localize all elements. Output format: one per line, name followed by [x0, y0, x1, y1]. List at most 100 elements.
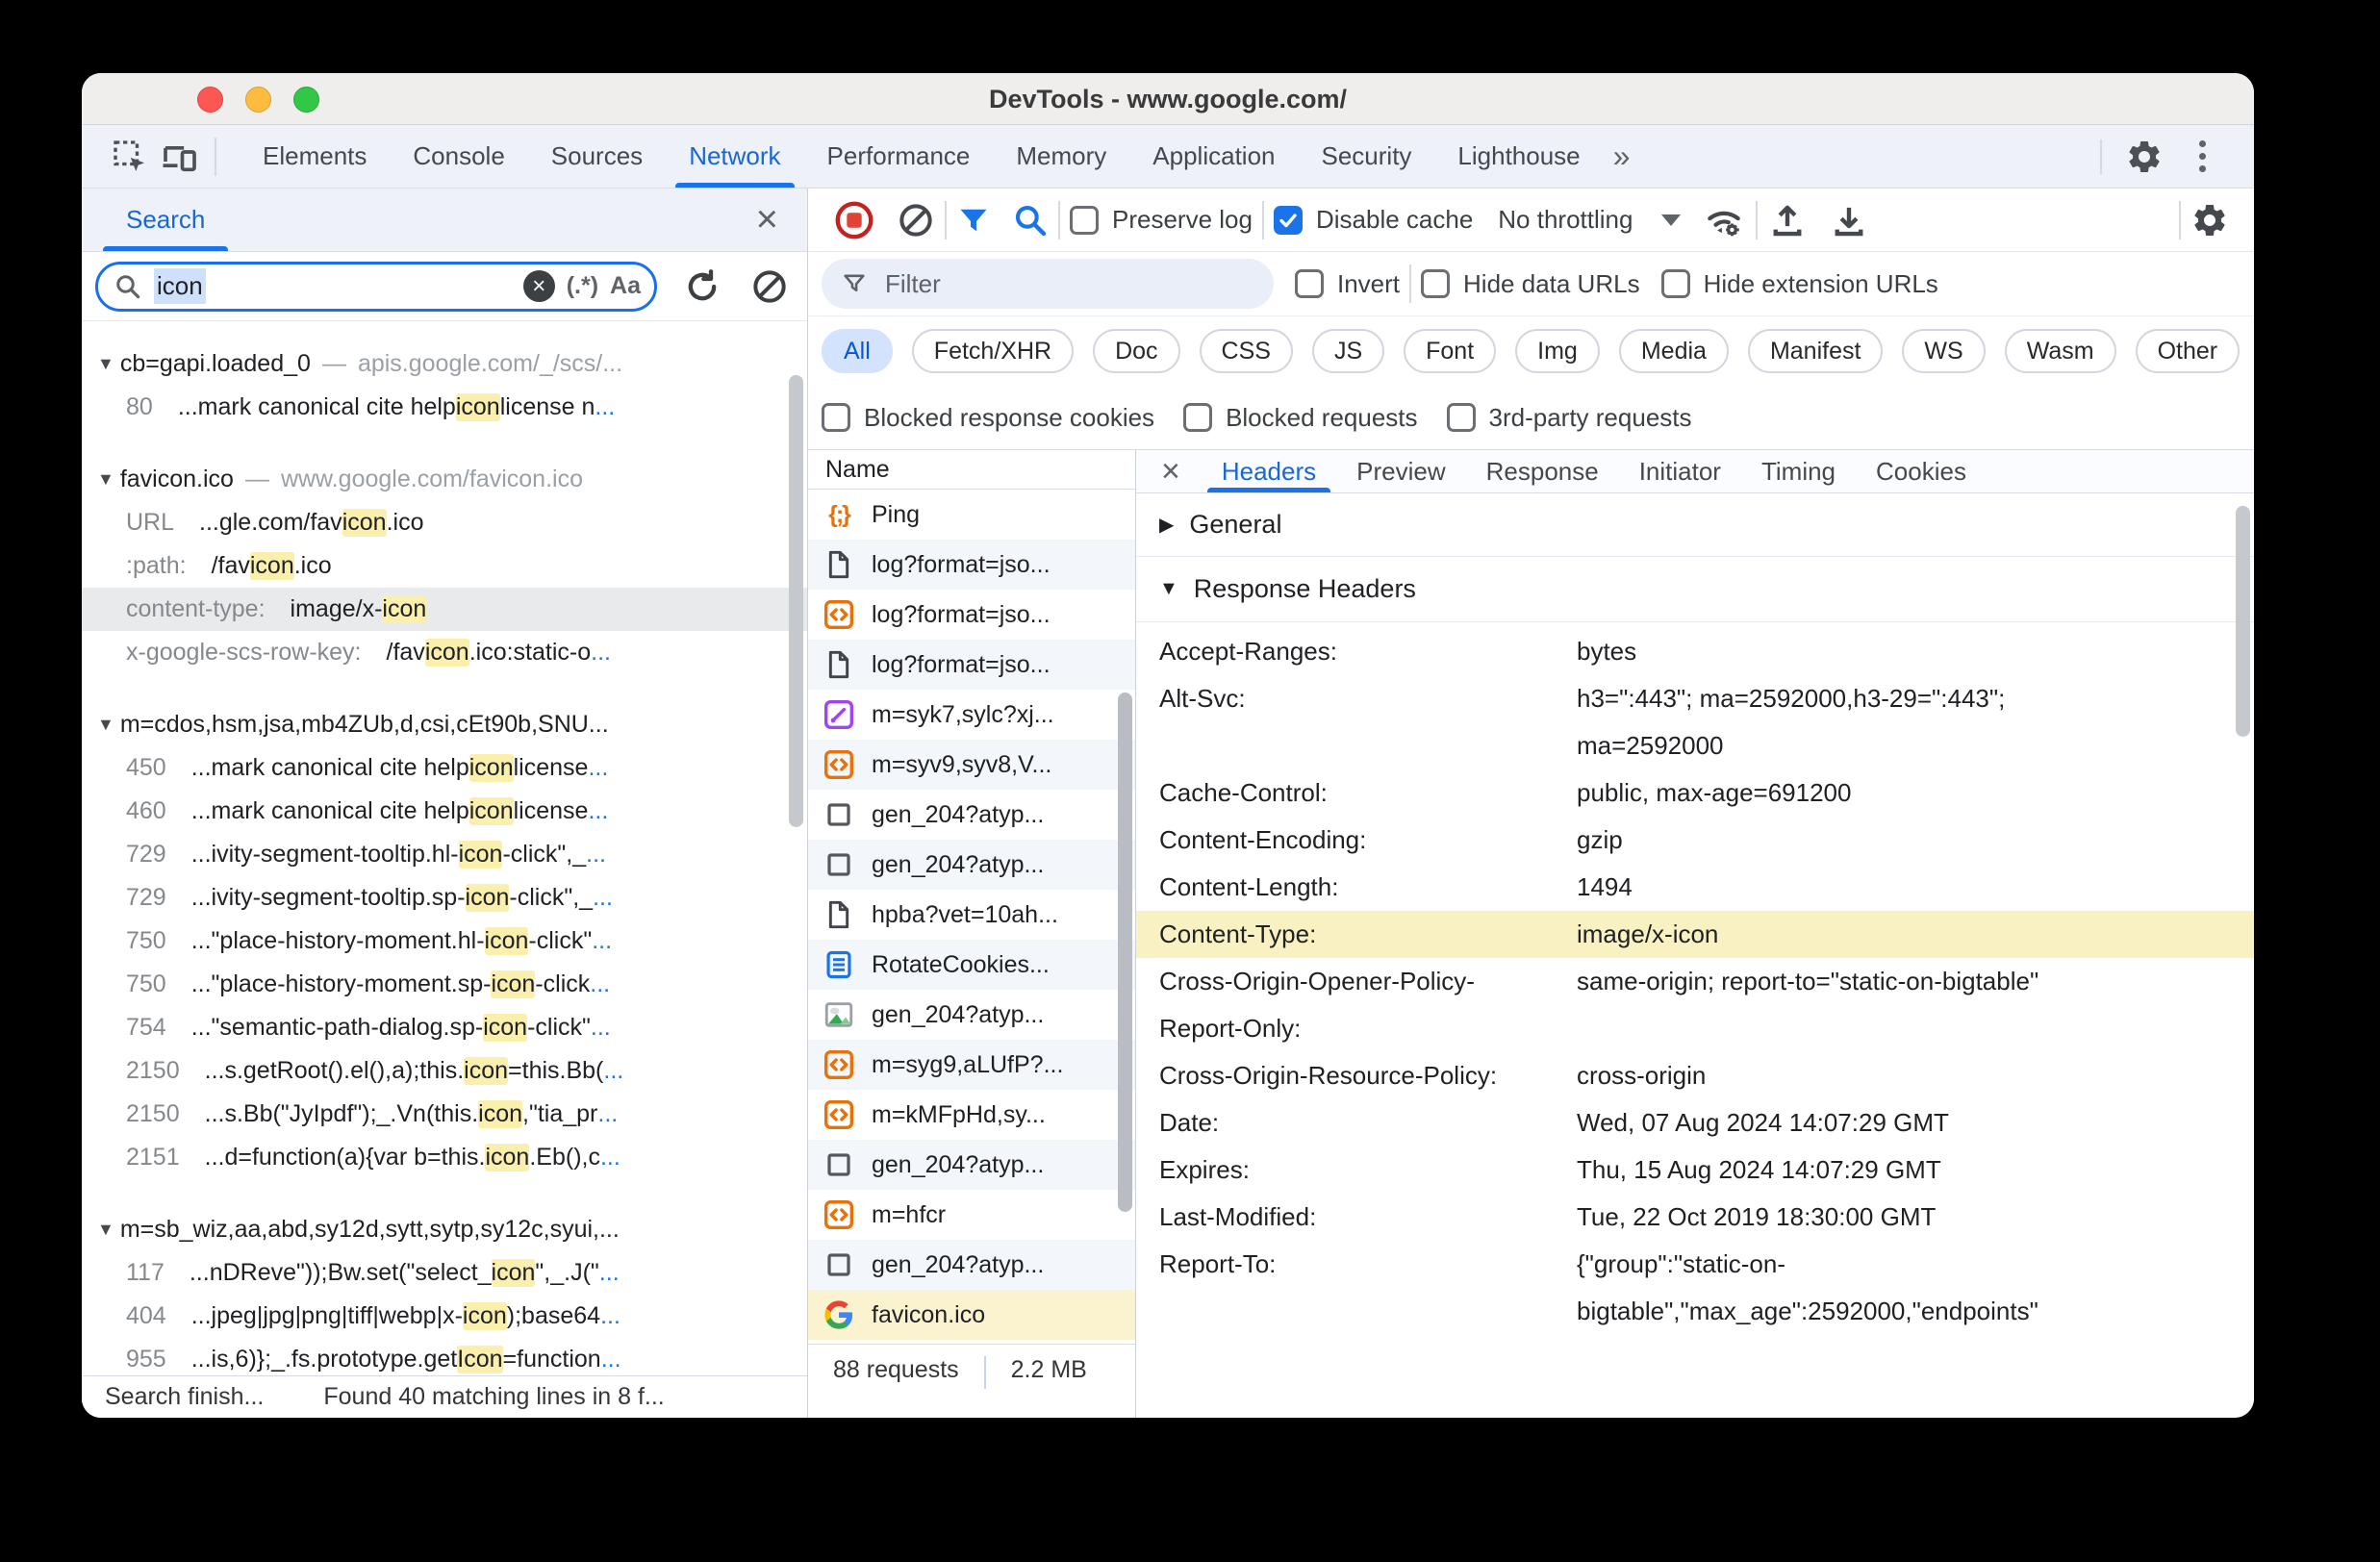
request-row[interactable]: gen_204?atyp...	[808, 840, 1135, 890]
search-file-header[interactable]: ▼ m=cdos,hsm,jsa,mb4ZUb,d,csi,cEt90b,SNU.…	[82, 703, 807, 746]
search-match-line[interactable]: 2150 ...s.getRoot().el(),a);this. icon =thi…	[82, 1049, 807, 1093]
search-match-line[interactable]: 404 ...jpeg|jpg|png|tiff|webp|x-icon);bas…	[82, 1295, 807, 1338]
response-header-row[interactable]: Report-To: {"group":"static-on-bigtable",…	[1136, 1241, 2254, 1335]
response-header-row[interactable]: Content-Type: image/x-icon	[1136, 911, 2254, 958]
disable-cache-checkbox[interactable]: Disable cache	[1273, 205, 1473, 235]
request-list-scrollbar[interactable]	[1118, 693, 1132, 1212]
filter-chip-fetch-xhr[interactable]: Fetch/XHR	[911, 329, 1075, 373]
settings-gear-icon[interactable]	[2119, 134, 2169, 180]
name-column-header[interactable]: Name	[808, 450, 1135, 490]
more-tabs-icon[interactable]: »	[1604, 139, 1640, 174]
request-row[interactable]: gen_204?atyp...	[808, 1240, 1135, 1290]
request-row[interactable]: gen_204?atyp...	[808, 990, 1135, 1040]
request-row[interactable]: gen_204?atyp...	[808, 1140, 1135, 1190]
response-header-row[interactable]: Content-Length: 1494	[1136, 864, 2254, 911]
blocked-response-cookies-checkbox[interactable]: Blocked response cookies	[822, 403, 1154, 433]
tab-memory[interactable]: Memory	[993, 125, 1129, 188]
filter-chip-all[interactable]: All	[822, 329, 893, 373]
search-file-header[interactable]: ▼ cb=gapi.loaded_0 — apis.google.com/_/scs/…	[82, 342, 807, 386]
tab-application[interactable]: Application	[1129, 125, 1298, 188]
response-header-row[interactable]: Expires: Thu, 15 Aug 2024 14:07:29 GMT	[1136, 1146, 2254, 1194]
tab-timing[interactable]: Timing	[1741, 450, 1856, 492]
import-har-icon[interactable]	[1767, 200, 1808, 240]
preserve-log-checkbox[interactable]: Preserve log	[1070, 205, 1253, 235]
inspect-element-icon[interactable]	[105, 136, 155, 178]
details-scrollbar[interactable]	[2236, 506, 2250, 737]
tab-console[interactable]: Console	[390, 125, 527, 188]
search-file-header[interactable]: ▼ m=sb_wiz,aa,abd,sy12d,sytt,sytp,sy12c,s…	[82, 1208, 807, 1251]
close-details-icon[interactable]: ×	[1152, 453, 1202, 491]
search-match-line[interactable]: x-google-scs-row-key: /fav icon .ico:static…	[82, 631, 807, 674]
tab-performance[interactable]: Performance	[804, 125, 994, 188]
device-toolbar-icon[interactable]	[155, 136, 205, 178]
filter-chip-css[interactable]: CSS	[1199, 329, 1293, 373]
search-match-line[interactable]: 750 ..."place-history-moment.sp-icon -clic…	[82, 963, 807, 1006]
search-match-line[interactable]: 955 ...is,6)};_.fs.prototype.get Icon =func…	[82, 1338, 807, 1375]
filter-chip-manifest[interactable]: Manifest	[1747, 329, 1884, 373]
search-input[interactable]: icon × (.*) Aa	[95, 261, 657, 312]
tab-response[interactable]: Response	[1466, 450, 1619, 492]
close-search-icon[interactable]: ×	[756, 189, 778, 251]
kebab-menu-icon[interactable]	[2177, 134, 2227, 180]
checkbox-unchecked[interactable]	[1446, 403, 1476, 432]
tab-cookies[interactable]: Cookies	[1856, 450, 1987, 492]
request-row[interactable]: m=syk7,sylc?xj...	[808, 690, 1135, 740]
tab-security[interactable]: Security	[1299, 125, 1435, 188]
search-match-line[interactable]: 450 ...mark canonical cite help icon lice…	[82, 746, 807, 790]
response-header-row[interactable]: Content-Encoding: gzip	[1136, 817, 2254, 864]
request-row[interactable]: m=syg9,aLUfP?...	[808, 1040, 1135, 1090]
general-section-header[interactable]: ▶ General	[1136, 493, 2254, 557]
response-header-row[interactable]: Cross-Origin-Opener-Policy-Report-Only: s…	[1136, 958, 2254, 1052]
search-match-line[interactable]: 117 ...nDReve"));Bw.set("select_ icon ",_.J…	[82, 1251, 807, 1295]
tab-network[interactable]: Network	[666, 125, 803, 188]
regex-toggle[interactable]: (.*)	[567, 272, 598, 300]
search-match-line[interactable]: 754 ..."semantic-path-dialog.sp-icon -clic…	[82, 1006, 807, 1049]
throttling-dropdown[interactable]: No throttling	[1498, 205, 1682, 235]
request-row[interactable]: gen_204?atyp...	[808, 790, 1135, 840]
filter-chip-wasm[interactable]: Wasm	[2004, 329, 2116, 373]
search-match-line[interactable]: :path: /fav icon .ico	[82, 544, 807, 588]
refresh-search-icon[interactable]	[680, 265, 724, 309]
tab-sources[interactable]: Sources	[528, 125, 666, 188]
hide-extension-urls-checkbox[interactable]: Hide extension URLs	[1660, 269, 1938, 299]
search-match-line[interactable]: 729 ...ivity-segment-tooltip.hl-icon -clic…	[82, 833, 807, 876]
response-header-row[interactable]: Last-Modified: Tue, 22 Oct 2019 18:30:00 …	[1136, 1194, 2254, 1241]
filter-chip-js[interactable]: JS	[1311, 329, 1385, 373]
record-button[interactable]	[833, 199, 875, 241]
checkbox-checked[interactable]	[1273, 205, 1303, 235]
request-row[interactable]: {;} Ping	[808, 490, 1135, 540]
search-match-line[interactable]: 2150 ...s.Bb("JyIpdf");_.Vn(this. icon ,"ti…	[82, 1093, 807, 1136]
filter-chip-ws[interactable]: WS	[1902, 329, 1986, 373]
clear-search-icon[interactable]	[747, 265, 792, 309]
3rd-party-requests-checkbox[interactable]: 3rd-party requests	[1446, 403, 1692, 433]
checkbox-unchecked[interactable]	[822, 403, 850, 432]
match-case-toggle[interactable]: Aa	[610, 272, 641, 300]
filter-chip-img[interactable]: Img	[1515, 329, 1600, 373]
request-row[interactable]: log?format=jso...	[808, 640, 1135, 690]
search-scrollbar[interactable]	[789, 375, 803, 827]
export-har-icon[interactable]	[1829, 200, 1869, 240]
search-match-line[interactable]: 2151 ...d=function(a){var b=this. icon .Eb(…	[82, 1136, 807, 1179]
filter-input[interactable]: Filter	[822, 259, 1274, 309]
search-match-line[interactable]: 460 ...mark canonical cite help icon lice…	[82, 790, 807, 833]
search-match-line[interactable]: 750 ..."place-history-moment.hl-icon -clic…	[82, 920, 807, 963]
checkbox-unchecked[interactable]	[1070, 205, 1099, 235]
blocked-requests-checkbox[interactable]: Blocked requests	[1183, 403, 1418, 433]
search-match-line[interactable]: 729 ...ivity-segment-tooltip.sp-icon -clic…	[82, 876, 807, 920]
invert-checkbox[interactable]: Invert	[1295, 269, 1400, 299]
search-match-line[interactable]: 80 ...mark canonical cite help icon licen…	[82, 386, 807, 429]
hide-data-urls-checkbox[interactable]: Hide data URLs	[1421, 269, 1640, 299]
request-row[interactable]: favicon.ico	[808, 1290, 1135, 1340]
tab-search[interactable]: Search	[103, 189, 229, 251]
request-row[interactable]: log?format=jso...	[808, 540, 1135, 590]
tab-headers[interactable]: Headers	[1202, 450, 1336, 492]
checkbox-unchecked[interactable]	[1183, 403, 1213, 432]
request-row[interactable]: m=syv9,syv8,V...	[808, 740, 1135, 790]
filter-chip-font[interactable]: Font	[1404, 329, 1497, 373]
filter-toggle-icon[interactable]	[956, 203, 991, 238]
response-header-row[interactable]: Cache-Control: public, max-age=691200	[1136, 769, 2254, 817]
tab-elements[interactable]: Elements	[240, 125, 390, 188]
network-settings-gear-icon[interactable]	[2190, 201, 2229, 239]
clear-input-icon[interactable]: ×	[522, 270, 555, 302]
search-match-line[interactable]: content-type: image/x-icon	[82, 588, 807, 631]
